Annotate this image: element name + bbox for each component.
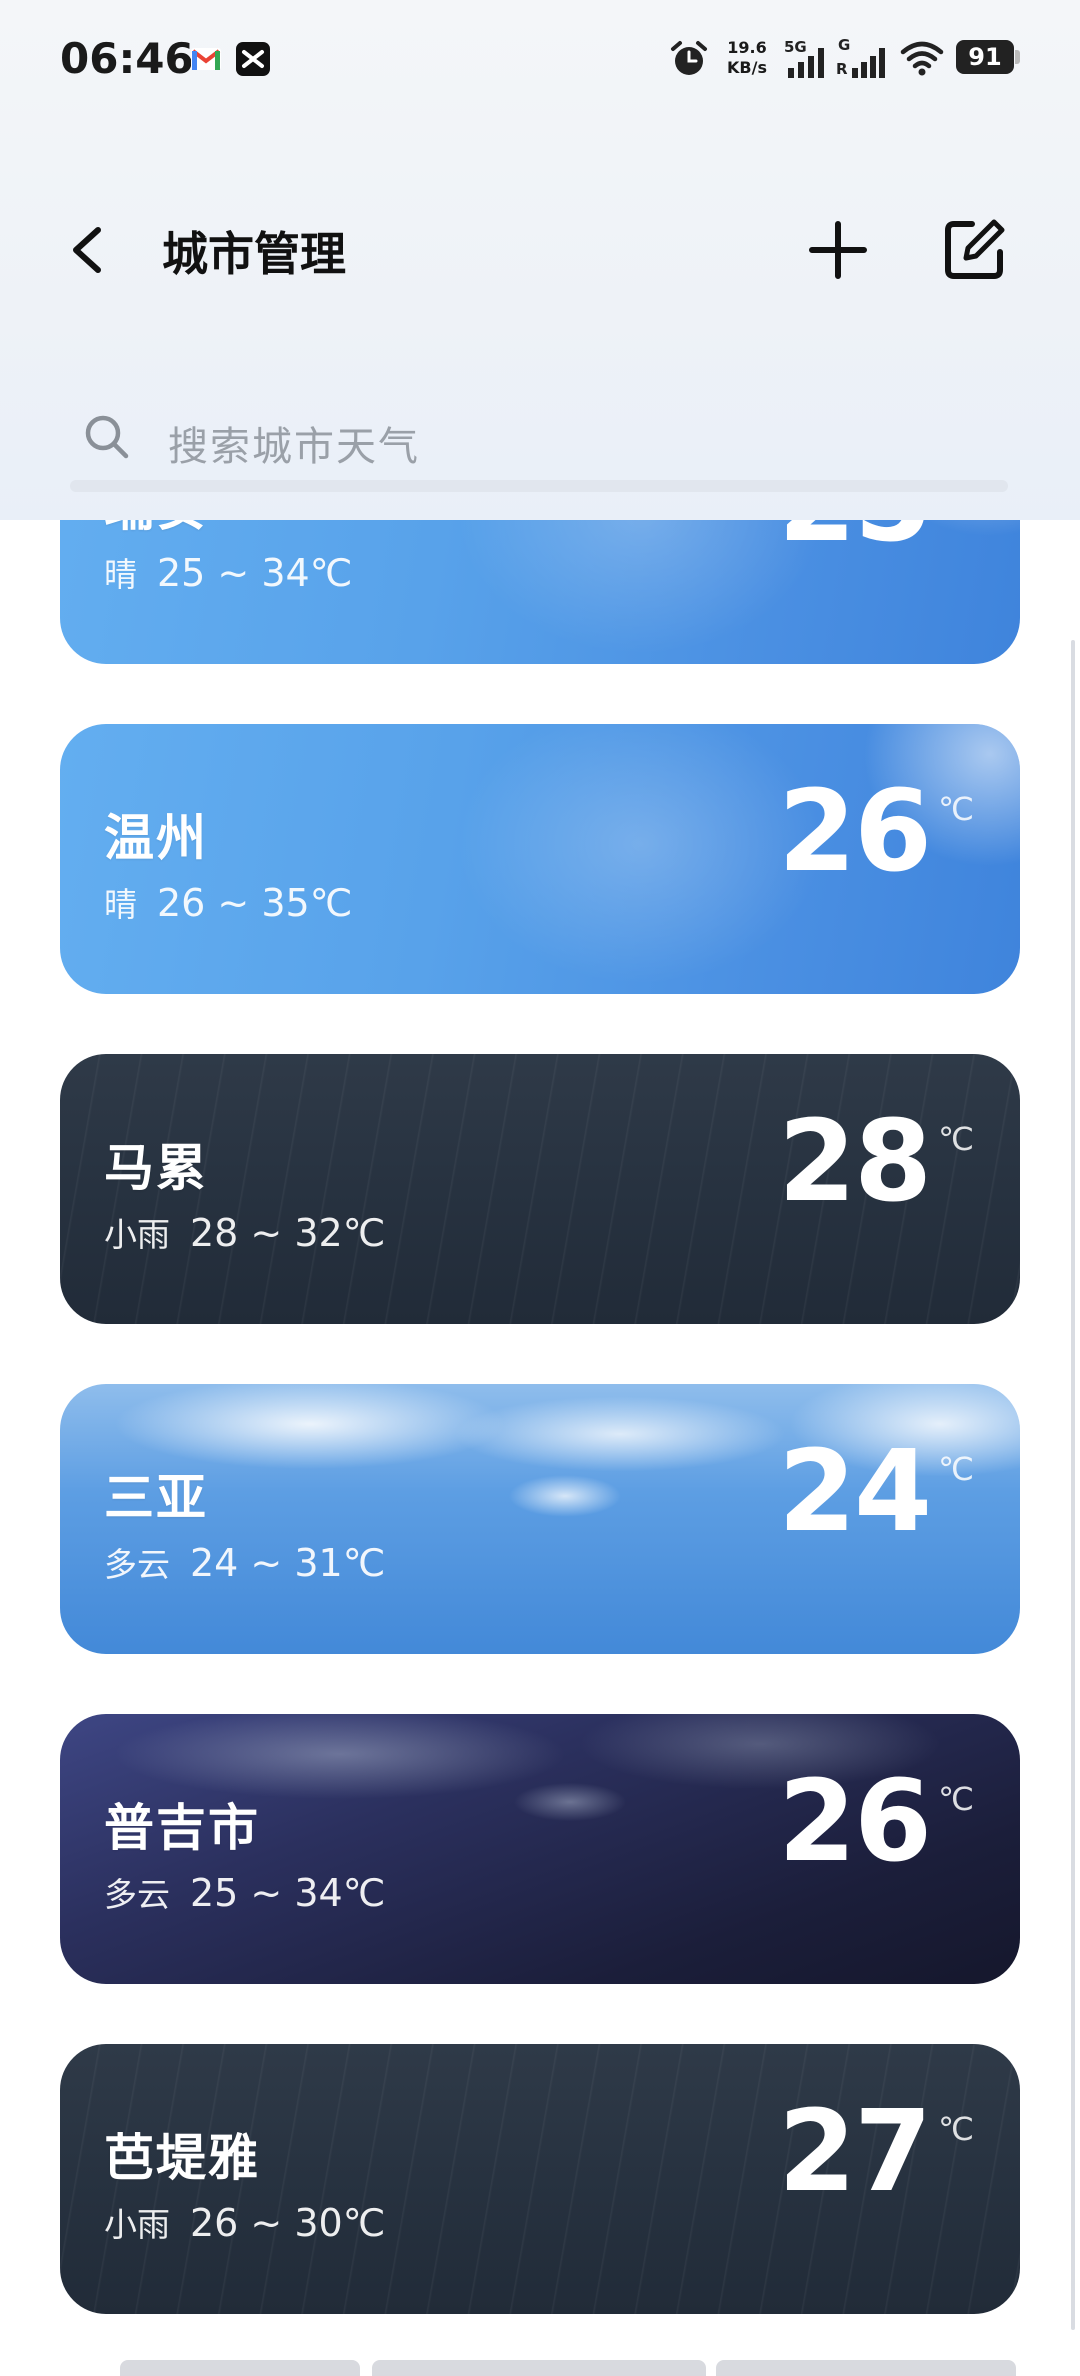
plus-icon [809, 221, 867, 279]
bottom-strip-middle [372, 2360, 706, 2376]
alarm-icon [671, 41, 707, 75]
current-temp: 26 [778, 767, 932, 897]
add-city-button[interactable] [800, 212, 876, 288]
temp-range: 28 ~ 32℃ [190, 1211, 386, 1255]
header: 06:46 19.6 KB/s 5G G R 91 城市管理 搜索城市天气 [0, 0, 1080, 520]
city-name: 马累 [104, 1139, 208, 1197]
weather-summary: 多云 24 ~ 31℃ [104, 1538, 385, 1586]
signal-icon: 5G [784, 38, 830, 80]
network-speed: 19.6 KB/s [722, 38, 772, 78]
back-button[interactable] [60, 210, 120, 290]
bottom-strip-left [120, 2360, 360, 2376]
signal-icon-2: G R [836, 36, 886, 80]
temp-range: 26 ~ 35℃ [157, 881, 353, 925]
city-card-phuket[interactable]: 普吉市 多云 25 ~ 34℃ 26 ℃ [60, 1714, 1020, 1984]
condition: 多云 [104, 1545, 170, 1584]
edit-button[interactable] [936, 212, 1012, 288]
temp-unit: ℃ [938, 1120, 974, 1158]
network-speed-value: 19.6 [727, 38, 767, 57]
temp-unit: ℃ [938, 1450, 974, 1488]
battery-icon: 91 [956, 40, 1014, 74]
app-icon [236, 42, 270, 76]
edit-icon [945, 219, 1005, 279]
search-underline [70, 480, 1008, 492]
temp-range: 25 ~ 34℃ [157, 551, 353, 595]
search-icon [85, 415, 129, 459]
city-card-male[interactable]: 马累 小雨 28 ~ 32℃ 28 ℃ [60, 1054, 1020, 1324]
city-name: 普吉市 [104, 1799, 260, 1857]
condition: 晴 [104, 885, 137, 924]
temp-range: 24 ~ 31℃ [190, 1541, 386, 1585]
page-title: 城市管理 [162, 227, 346, 281]
condition: 小雨 [104, 1215, 170, 1254]
search-input[interactable]: 搜索城市天气 [70, 392, 1010, 482]
weather-summary: 晴 25 ~ 34℃ [104, 548, 352, 596]
battery-tip [1015, 50, 1020, 64]
status-bar: 06:46 19.6 KB/s 5G G R 91 [0, 0, 1080, 120]
city-card-pattaya[interactable]: 芭堤雅 小雨 26 ~ 30℃ 27 ℃ [60, 2044, 1020, 2314]
temp-unit: ℃ [938, 2110, 974, 2148]
weather-summary: 多云 25 ~ 34℃ [104, 1868, 385, 1916]
weather-summary: 小雨 26 ~ 30℃ [104, 2198, 385, 2246]
weather-summary: 晴 26 ~ 35℃ [104, 878, 352, 926]
gmail-icon [191, 48, 221, 70]
current-temp: 26 [778, 1757, 932, 1887]
city-name: 三亚 [104, 1469, 208, 1527]
temp-range: 26 ~ 30℃ [190, 2201, 386, 2245]
condition: 小雨 [104, 2205, 170, 2244]
weather-summary: 小雨 28 ~ 32℃ [104, 1208, 385, 1256]
temp-unit: ℃ [938, 1780, 974, 1818]
scrollbar[interactable] [1071, 640, 1075, 2330]
search-placeholder: 搜索城市天气 [168, 424, 420, 470]
city-card-wenzhou[interactable]: 温州 晴 26 ~ 35℃ 26 ℃ [60, 724, 1020, 994]
temp-unit: ℃ [938, 790, 974, 828]
temp-range: 25 ~ 34℃ [190, 1871, 386, 1915]
current-temp: 24 [778, 1427, 932, 1557]
bottom-strip-right [716, 2360, 1016, 2376]
city-card-sanya[interactable]: 三亚 多云 24 ~ 31℃ 24 ℃ [60, 1384, 1020, 1654]
condition: 多云 [104, 1875, 170, 1914]
chevron-left-icon [73, 227, 101, 273]
city-name: 芭堤雅 [104, 2129, 260, 2187]
current-temp: 28 [778, 1097, 932, 1227]
current-temp: 27 [778, 2087, 932, 2217]
city-name: 温州 [104, 809, 208, 867]
condition: 晴 [104, 555, 137, 594]
network-speed-unit: KB/s [727, 58, 767, 77]
status-time: 06:46 [60, 34, 194, 83]
wifi-icon [900, 41, 944, 76]
